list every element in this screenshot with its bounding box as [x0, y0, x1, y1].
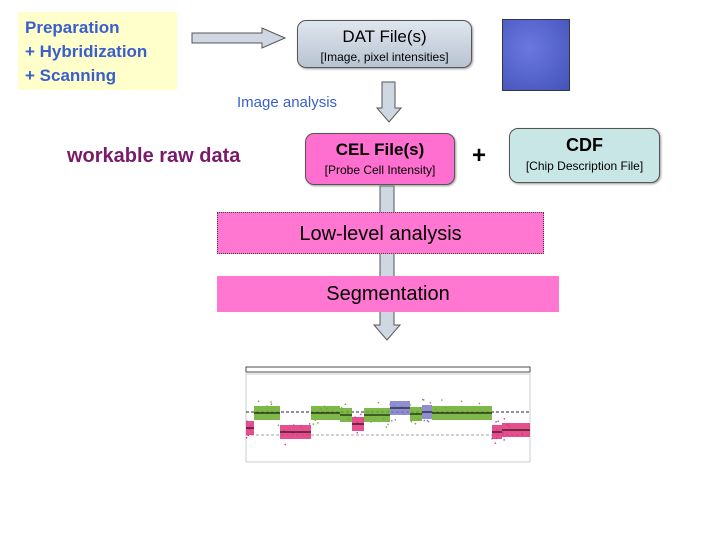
outlier-point [495, 437, 498, 440]
outlier-point [284, 443, 287, 446]
segmentation-plot-image [245, 366, 531, 463]
outlier-point [247, 434, 250, 437]
outlier-point [292, 432, 294, 435]
outlier-point [502, 431, 504, 434]
outlier-point [293, 424, 295, 426]
outlier-point [494, 442, 497, 444]
outlier-point [495, 421, 497, 423]
outlier-point [300, 425, 302, 428]
outlier-point [245, 437, 248, 439]
outlier-point [417, 418, 420, 420]
outlier-point [506, 424, 509, 426]
outlier-point [429, 401, 432, 404]
outlier-point [326, 407, 328, 410]
outlier-point [419, 407, 422, 409]
outlier-point [497, 420, 500, 423]
outlier-point [402, 413, 405, 415]
outlier-point [344, 403, 347, 406]
outlier-point [478, 402, 481, 405]
plus-sign: + [472, 142, 487, 169]
outlier-point [460, 400, 463, 403]
outlier-point [385, 426, 388, 428]
image-analysis-label: Image analysis [237, 94, 338, 111]
cel-title: CEL File(s) [335, 140, 425, 159]
outlier-point [387, 423, 389, 426]
outlier-point [435, 408, 437, 411]
outlier-point [320, 408, 322, 410]
outlier-point [445, 406, 447, 409]
outlier-point [356, 421, 359, 424]
outlier-point [409, 404, 412, 406]
cel-file-box: CEL File(s) [Probe Cell Intensity] [305, 133, 455, 185]
cel-subtitle: [Probe Cell Intensity] [324, 163, 436, 177]
outlier-point [323, 405, 326, 407]
outlier-point [410, 420, 413, 423]
outlier-point [346, 411, 349, 414]
outlier-point [382, 417, 385, 420]
chip-scan-image [502, 19, 570, 91]
outlier-point [249, 428, 251, 431]
down-arrow-long [372, 185, 402, 341]
outlier-point [400, 405, 403, 408]
outlier-point [427, 420, 430, 423]
low-level-analysis-band: Low-level analysis [217, 212, 544, 254]
outlier-point [422, 398, 424, 401]
raw-data-label: workable raw data [67, 145, 241, 167]
outlier-point [503, 417, 506, 420]
down-arrow [375, 81, 403, 123]
cdf-title: CDF [566, 135, 603, 155]
outlier-point [339, 411, 342, 414]
outlier-point [249, 424, 252, 427]
outlier-point [277, 424, 280, 427]
outlier-point [356, 431, 359, 434]
outlier-point [441, 399, 443, 401]
outlier-point [508, 425, 511, 428]
outlier-point [389, 403, 391, 406]
right-arrow [191, 27, 287, 49]
outlier-point [354, 416, 356, 418]
outlier-point [390, 419, 393, 422]
outlier-point [246, 420, 248, 423]
outlier-point [393, 404, 396, 407]
outlier-point [282, 429, 285, 432]
outlier-point [314, 419, 317, 421]
outlier-point [394, 419, 397, 421]
outlier-point [423, 419, 426, 422]
outlier-point [308, 423, 311, 425]
outlier-point [317, 422, 319, 424]
dat-title: DAT File(s) [342, 27, 427, 46]
outlier-point [270, 401, 272, 403]
outlier-point [370, 421, 372, 423]
segmentation-band: Segmentation [217, 276, 559, 312]
outlier-point [503, 439, 505, 441]
outlier-point [340, 407, 343, 409]
outlier-point [270, 403, 273, 405]
dat-subtitle: [Image, pixel intensities] [320, 50, 449, 64]
cdf-box: CDF [Chip Description File] [509, 128, 660, 183]
cdf-subtitle: [Chip Description File] [525, 159, 644, 173]
outlier-point [495, 428, 498, 431]
outlier-point [312, 423, 315, 425]
outlier-point [360, 413, 362, 416]
outlier-point [377, 401, 380, 404]
outlier-point [347, 418, 349, 420]
outlier-point [414, 422, 417, 425]
outlier-point [491, 437, 493, 440]
plot-ideogram [245, 366, 531, 373]
outlier-point [266, 405, 268, 407]
outlier-point [426, 419, 429, 422]
outlier-point [371, 410, 374, 413]
dat-file-box: DAT File(s) [Image, pixel intensities] [297, 20, 472, 68]
outlier-point [521, 432, 523, 435]
outlier-point [257, 400, 260, 403]
